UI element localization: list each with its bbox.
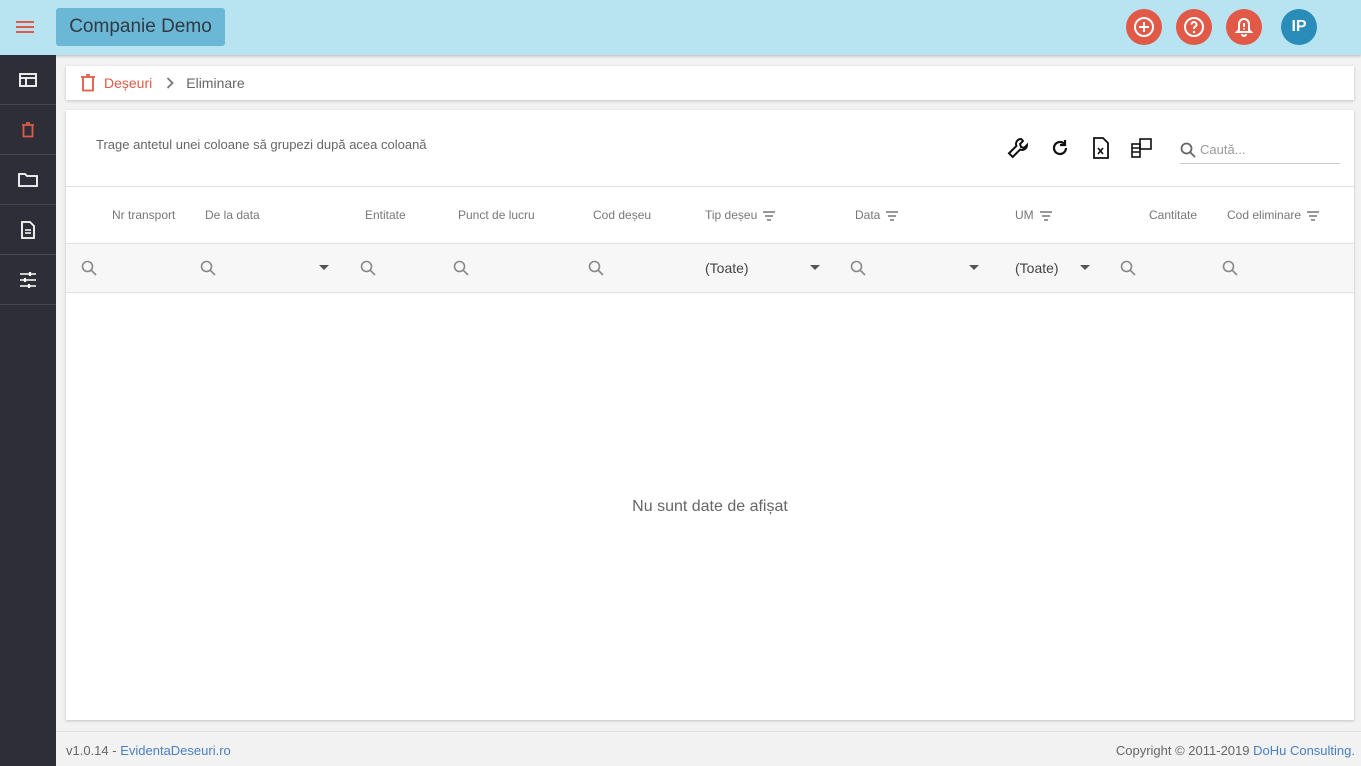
breadcrumb: Deșeuri Eliminare bbox=[66, 66, 1354, 100]
filter-cell-de-la-data[interactable] bbox=[200, 244, 216, 292]
filter-icon[interactable] bbox=[1039, 210, 1052, 221]
grid-header-row: Nr transport De la data Entitate Punct d… bbox=[66, 186, 1354, 244]
layout-button[interactable] bbox=[1130, 136, 1154, 160]
filter-icon[interactable] bbox=[763, 210, 776, 221]
search-icon bbox=[453, 260, 469, 276]
filter-cell-data[interactable] bbox=[850, 244, 866, 292]
document-icon bbox=[21, 220, 35, 239]
trash-icon bbox=[81, 74, 95, 92]
trash-icon bbox=[22, 121, 34, 137]
sliders-icon bbox=[20, 271, 36, 288]
search-icon bbox=[1180, 142, 1196, 158]
top-bar: Companie Demo IP bbox=[0, 0, 1361, 55]
column-header-label: De la data bbox=[205, 208, 260, 222]
search-input[interactable] bbox=[1200, 142, 1330, 157]
filter-select-value: (Toate) bbox=[705, 260, 749, 276]
column-header-tip-deseu[interactable]: Tip deșeu bbox=[705, 187, 776, 244]
sidebar-item-settings[interactable] bbox=[0, 255, 56, 305]
sidebar-item-waste[interactable] bbox=[0, 105, 56, 155]
copyright-text: Copyright © 2011-2019 bbox=[1115, 743, 1254, 758]
column-header-cantitate[interactable]: Cantitate bbox=[1149, 187, 1197, 244]
dropdown-caret-icon[interactable] bbox=[319, 265, 329, 270]
filter-cell-punct-de-lucru[interactable] bbox=[453, 244, 469, 292]
dropdown-caret-icon[interactable] bbox=[810, 265, 820, 270]
filter-select-tip-deseu[interactable]: (Toate) bbox=[705, 244, 749, 292]
chevron-right-icon bbox=[166, 77, 175, 89]
search-icon bbox=[81, 260, 97, 276]
footer-left: v1.0.14 - EvidentaDeseuri.ro bbox=[66, 743, 231, 758]
column-chooser-button[interactable] bbox=[1006, 136, 1030, 160]
sidebar-item-dashboard[interactable] bbox=[0, 55, 56, 105]
wrench-icon bbox=[1007, 137, 1029, 159]
filter-cell-cod-deseu[interactable] bbox=[588, 244, 604, 292]
column-header-cod-eliminare[interactable]: Cod eliminare bbox=[1227, 187, 1320, 244]
search-icon bbox=[200, 260, 216, 276]
filter-cell-entitate[interactable] bbox=[360, 244, 376, 292]
search-icon bbox=[588, 260, 604, 276]
filter-cell-cod-eliminare[interactable] bbox=[1222, 244, 1238, 292]
excel-file-icon bbox=[1093, 137, 1109, 159]
company-selector[interactable]: Companie Demo bbox=[56, 8, 225, 46]
add-circle-icon bbox=[1134, 17, 1154, 37]
filter-cell-nr-transport[interactable] bbox=[81, 244, 97, 292]
menu-icon[interactable] bbox=[14, 17, 38, 37]
column-header-label: Data bbox=[855, 208, 881, 222]
empty-message: Nu sunt date de afișat bbox=[632, 498, 788, 515]
column-header-label: Cod eliminare bbox=[1227, 208, 1302, 222]
notifications-button[interactable] bbox=[1226, 9, 1262, 45]
filter-icon[interactable] bbox=[1307, 210, 1320, 221]
add-button[interactable] bbox=[1126, 9, 1162, 45]
sidebar-item-folders[interactable] bbox=[0, 155, 56, 205]
column-header-label: Tip deșeu bbox=[705, 208, 758, 222]
column-header-entitate[interactable]: Entitate bbox=[365, 187, 406, 244]
grid-search bbox=[1180, 136, 1340, 164]
column-header-cod-deseu[interactable]: Cod deșeu bbox=[593, 187, 651, 244]
dropdown-caret-icon[interactable] bbox=[1080, 265, 1090, 270]
filter-select-value: (Toate) bbox=[1015, 260, 1059, 276]
filter-select-um[interactable]: (Toate) bbox=[1015, 244, 1059, 292]
company-link[interactable]: DoHu Consulting. bbox=[1253, 743, 1355, 758]
footer-right: Copyright © 2011-2019 DoHu Consulting. bbox=[1116, 743, 1355, 758]
grid-filter-row: (Toate) (Toate) bbox=[66, 244, 1354, 293]
column-header-punct-de-lucru[interactable]: Punct de lucru bbox=[458, 187, 535, 244]
column-header-label: Entitate bbox=[365, 208, 406, 222]
columns-layout-icon bbox=[1131, 138, 1152, 158]
user-avatar[interactable]: IP bbox=[1281, 9, 1317, 45]
search-icon bbox=[1222, 260, 1238, 276]
column-header-label: Punct de lucru bbox=[458, 208, 535, 222]
help-circle-icon bbox=[1184, 17, 1204, 37]
help-button[interactable] bbox=[1176, 9, 1212, 45]
dropdown-caret-icon[interactable] bbox=[969, 265, 979, 270]
column-header-um[interactable]: UM bbox=[1015, 187, 1052, 244]
footer: v1.0.14 - EvidentaDeseuri.ro Copyright ©… bbox=[56, 731, 1361, 766]
sidebar-item-documents[interactable] bbox=[0, 205, 56, 255]
filter-icon[interactable] bbox=[886, 210, 899, 221]
column-header-data[interactable]: Data bbox=[855, 187, 899, 244]
filter-cell-cantitate[interactable] bbox=[1120, 244, 1136, 292]
sidebar bbox=[0, 55, 56, 766]
breadcrumb-current: Eliminare bbox=[186, 75, 245, 91]
bell-alert-icon bbox=[1234, 17, 1254, 37]
search-icon bbox=[850, 260, 866, 276]
breadcrumb-link-waste[interactable]: Deșeuri bbox=[104, 75, 152, 91]
refresh-icon bbox=[1052, 140, 1068, 156]
column-header-label: Cantitate bbox=[1149, 208, 1198, 222]
column-header-label: Cod deșeu bbox=[593, 208, 652, 222]
column-header-label: Nr transport bbox=[112, 208, 176, 222]
search-icon bbox=[360, 260, 376, 276]
group-panel-hint[interactable]: Trage antetul unei coloane să grupezi du… bbox=[96, 137, 427, 152]
folder-icon bbox=[18, 172, 38, 187]
column-header-de-la-data[interactable]: De la data bbox=[205, 187, 260, 244]
dashboard-icon bbox=[19, 72, 37, 87]
search-icon bbox=[1120, 260, 1136, 276]
column-header-nr-transport[interactable]: Nr transport bbox=[112, 187, 175, 244]
refresh-button[interactable] bbox=[1048, 136, 1072, 160]
data-grid: Trage antetul unei coloane să grupezi du… bbox=[66, 110, 1354, 720]
export-excel-button[interactable] bbox=[1089, 136, 1113, 160]
column-header-label: UM bbox=[1015, 208, 1034, 222]
version-text: v1.0.14 - bbox=[66, 743, 121, 758]
site-link[interactable]: EvidentaDeseuri.ro bbox=[120, 743, 231, 758]
